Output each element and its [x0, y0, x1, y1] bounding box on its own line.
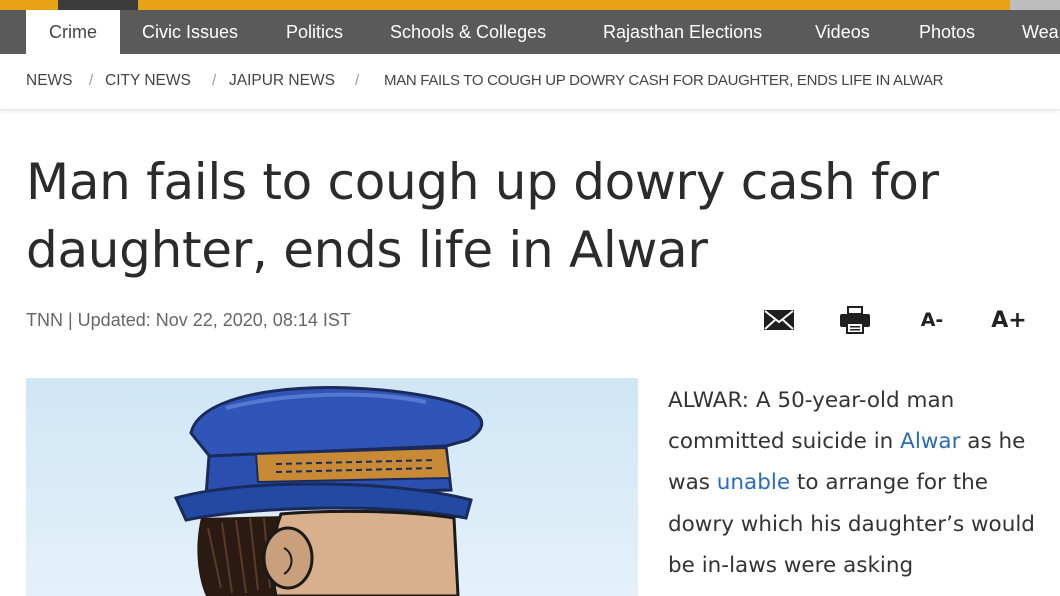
article-link-alwar[interactable]: Alwar: [900, 429, 960, 454]
breadcrumb-city-news[interactable]: CITY NEWS: [105, 72, 191, 90]
police-cap-illustration: [173, 386, 484, 596]
nav-item-videos[interactable]: Videos: [815, 10, 870, 54]
nav-item-schools-colleges[interactable]: Schools & Colleges: [390, 10, 546, 54]
breadcrumb-separator: /: [89, 72, 94, 89]
email-share-button[interactable]: [762, 304, 796, 336]
breadcrumb: NEWS / CITY NEWS / JAIPUR NEWS / MAN FAI…: [0, 54, 1060, 110]
breadcrumb-jaipur-news[interactable]: JAIPUR NEWS: [229, 72, 335, 90]
breadcrumb-news[interactable]: NEWS: [26, 72, 73, 90]
breadcrumb-separator: /: [355, 72, 360, 89]
accent-strip-dark-segment: [58, 0, 138, 10]
breadcrumb-current-article: MAN FAILS TO COUGH UP DOWRY CASH FOR DAU…: [384, 72, 944, 89]
headline-line-2: daughter, ends life in Alwar: [26, 221, 708, 279]
article-byline: TNN | Updated: Nov 22, 2020, 08:14 IST: [26, 310, 351, 330]
nav-item-civic-issues[interactable]: Civic Issues: [142, 10, 238, 54]
font-increase-button[interactable]: A+: [988, 304, 1030, 336]
nav-item-weather[interactable]: Wea: [1022, 10, 1059, 54]
article-body: ALWAR: A 50-year-old man committed suici…: [668, 380, 1060, 586]
print-button[interactable]: [838, 304, 872, 336]
accent-strip-grey-segment: [1010, 0, 1060, 10]
article-headline: Man fails to cough up dowry cash for dau…: [26, 148, 1060, 284]
nav-item-crime[interactable]: Crime: [26, 10, 120, 54]
nav-item-rajasthan-elections[interactable]: Rajasthan Elections: [603, 10, 762, 54]
breadcrumb-separator: /: [212, 72, 217, 89]
article-hero-image: [26, 378, 638, 596]
city-nav-bar: Crime Civic Issues Politics Schools & Co…: [0, 10, 1060, 54]
mail-icon: [764, 310, 794, 330]
top-accent-strip: [0, 0, 1060, 10]
nav-item-photos[interactable]: Photos: [919, 10, 975, 54]
headline-line-1: Man fails to cough up dowry cash for: [26, 153, 939, 211]
nav-item-politics[interactable]: Politics: [286, 10, 343, 54]
printer-icon: [840, 306, 870, 334]
article-link-unable[interactable]: unable: [717, 470, 790, 495]
font-decrease-button[interactable]: A-: [915, 304, 949, 336]
